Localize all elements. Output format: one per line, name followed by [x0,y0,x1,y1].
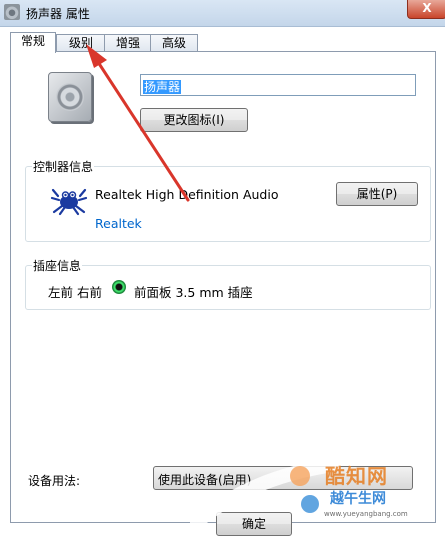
tab-enhancements[interactable]: 增强 [104,34,152,52]
watermark-url: www.yueyangbang.com [324,510,408,518]
realtek-crab-logo [50,188,88,216]
properties-button[interactable]: 属性(P) [336,182,418,206]
tab-advanced[interactable]: 高级 [150,34,198,52]
speaker-device-icon [48,72,92,122]
jack-info-label: 插座信息 [32,257,83,274]
close-button[interactable]: X [407,0,445,19]
tab-levels[interactable]: 级别 [56,34,106,52]
change-icon-button[interactable]: 更改图标(I) [140,108,248,132]
jack-color-indicator-icon [112,280,126,294]
jack-channels: 左前 右前 [48,285,102,300]
controller-info-label: 控制器信息 [32,158,95,175]
device-name-input[interactable]: 扬声器 [140,74,416,96]
jack-description: 前面板 3.5 mm 插座 [134,285,253,300]
vendor-link[interactable]: Realtek [95,216,142,231]
speaker-icon [4,4,20,20]
controller-device-name: Realtek High Definition Audio [95,187,279,202]
title-bar: 扬声器 属性 X [0,0,445,27]
tab-general[interactable]: 常规 [10,32,56,53]
watermark-brand-2: 越午生网 [330,491,386,507]
device-usage-label: 设备用法: [28,474,81,488]
device-name-value: 扬声器 [143,80,182,94]
watermark-brand: 酷知网 [325,464,388,488]
speaker-cone-icon [56,83,84,111]
window-title: 扬声器 属性 [26,7,90,21]
